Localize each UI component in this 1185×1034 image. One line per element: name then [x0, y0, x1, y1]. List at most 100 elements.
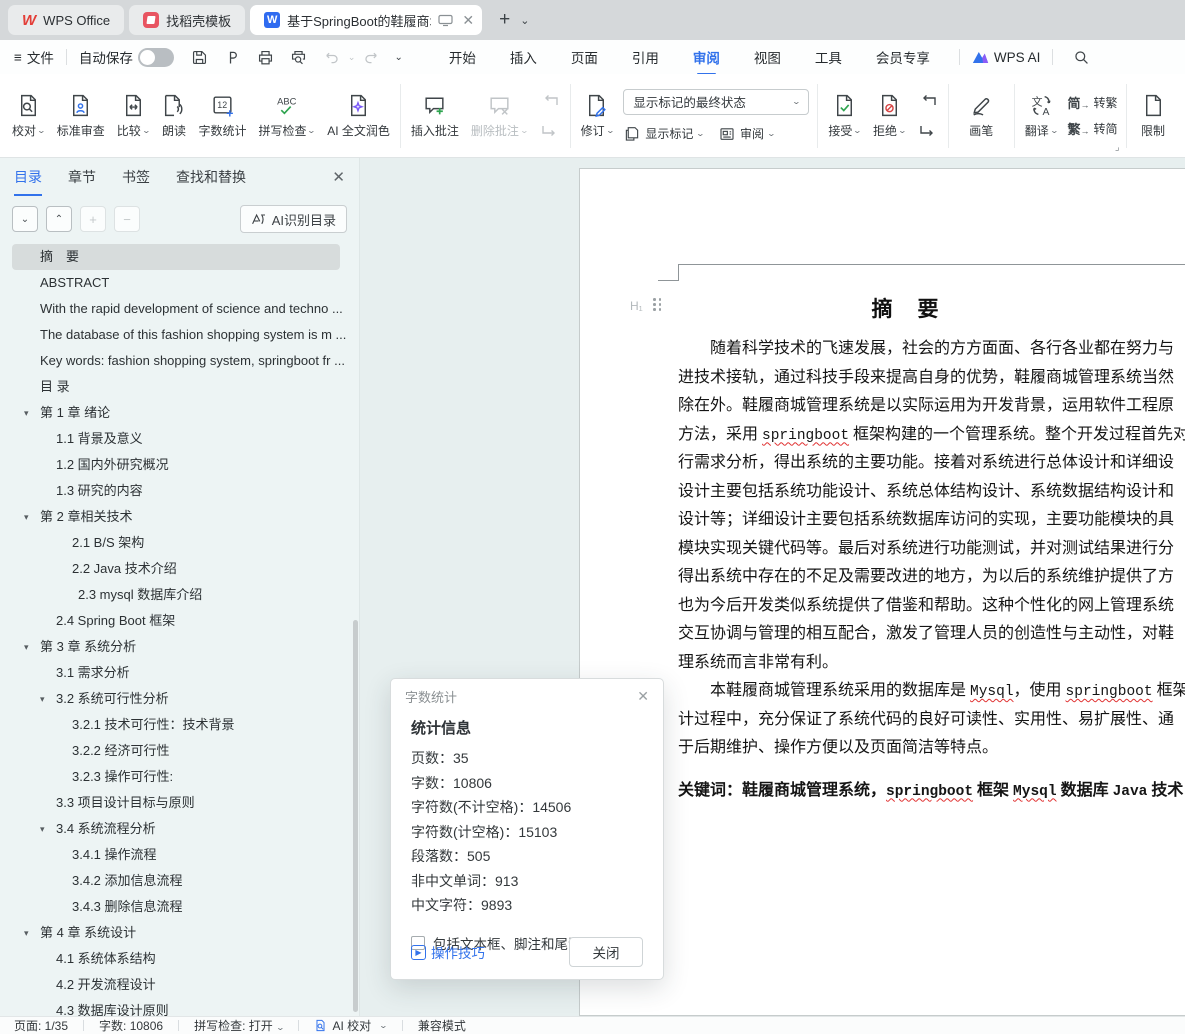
collapse-caret-icon[interactable]: ▾ [40, 816, 45, 842]
outline-item[interactable]: 4.2 开发流程设计 [0, 972, 354, 998]
outline-item[interactable]: 3.3 项目设计目标与原则 [0, 790, 354, 816]
tab-docer-templates[interactable]: 找稻壳模板 [129, 5, 245, 35]
insert-comment-button[interactable]: 插入批注 [405, 80, 465, 152]
restrict-editing-button[interactable]: 限制 [1131, 80, 1176, 152]
menu-tab-reference[interactable]: 引用 [632, 47, 659, 67]
menu-tab-member[interactable]: 会员专享 [876, 47, 930, 67]
track-changes-button[interactable]: 修订⌄ [575, 80, 620, 152]
sidebar-scrollbar[interactable] [353, 620, 358, 1012]
print-icon[interactable] [256, 48, 275, 67]
outline-item[interactable]: 3.2.3 操作可行性: [0, 764, 354, 790]
outline-item[interactable]: 3.4.2 添加信息流程 [0, 868, 354, 894]
proofread-button[interactable]: 校对⌄ [6, 80, 51, 152]
menu-tab-review[interactable]: 审阅 [693, 47, 720, 67]
ai-recognize-outline-button[interactable]: AI识别目录 [240, 205, 347, 233]
accept-revision-button[interactable]: 接受⌄ [822, 80, 867, 152]
file-menu[interactable]: ≡ 文件 [14, 47, 54, 67]
dialog-close-icon[interactable]: ✕ [637, 688, 649, 705]
outline-item[interactable]: With the rapid development of science an… [0, 296, 354, 322]
ai-polish-button[interactable]: AI 全文润色 [321, 80, 396, 152]
tips-link[interactable]: ▶ 操作技巧 [411, 942, 485, 962]
markup-state-dropdown[interactable]: 显示标记的最终状态 ⌄ [623, 89, 809, 115]
translate-button[interactable]: 文A 翻译⌄ [1019, 80, 1064, 152]
menu-tab-tools[interactable]: 工具 [815, 47, 842, 67]
outline-item[interactable]: 2.1 B/S 架构 [0, 530, 354, 556]
sidebar-tab-chapters[interactable]: 章节 [68, 167, 96, 187]
tab-close-icon[interactable]: ✕ [462, 12, 474, 29]
tab-wps-office[interactable]: W WPS Office [8, 5, 124, 35]
sidebar-tab-contents[interactable]: 目录 [14, 167, 42, 187]
outline-item[interactable]: 摘 要 [12, 244, 340, 270]
outline-item[interactable]: ABSTRACT [0, 270, 354, 296]
outline-item[interactable]: ▾第 4 章 系统设计 [0, 920, 354, 946]
outline-item[interactable]: Key words: fashion shopping system, spri… [0, 348, 354, 374]
word-count-button[interactable]: 12 字数统计 [192, 80, 252, 152]
save-icon[interactable] [190, 48, 209, 67]
autosave-toggle[interactable] [138, 48, 174, 67]
menu-tab-insert[interactable]: 插入 [510, 47, 537, 67]
collapse-caret-icon[interactable]: ▾ [40, 686, 45, 712]
show-markup-button[interactable]: 显示标记⌄ [623, 125, 704, 143]
print-preview-icon[interactable] [289, 48, 308, 67]
reject-revision-button[interactable]: 拒绝⌄ [867, 80, 912, 152]
spell-check-status[interactable]: 拼写检查: 打开⌄ [194, 1017, 283, 1034]
menu-tab-page[interactable]: 页面 [571, 47, 598, 67]
outline-item[interactable]: ▾第 2 章相关技术 [0, 504, 354, 530]
tab-preview-icon[interactable] [438, 14, 453, 27]
dialog-title-bar[interactable]: 字数统计 ✕ [391, 679, 663, 713]
outline-item[interactable]: 3.4.1 操作流程 [0, 842, 354, 868]
search-icon[interactable] [1072, 48, 1091, 67]
outline-previous-button[interactable]: ⌃ [46, 206, 72, 232]
ai-proof-status[interactable]: AI 校对⌄ [314, 1017, 386, 1034]
outline-item[interactable]: 4.3 数据库设计原则 [0, 998, 354, 1016]
outline-item[interactable]: ▾3.4 系统流程分析 [0, 816, 354, 842]
menu-tab-view[interactable]: 视图 [754, 47, 781, 67]
outline-item[interactable]: 4.1 系统体系结构 [0, 946, 354, 972]
tab-list-chevron-icon[interactable]: ⌄ [520, 14, 529, 27]
compare-button[interactable]: 比较⌄ [111, 80, 156, 152]
expand-group-icon[interactable]: ⌟ [1115, 142, 1120, 153]
outline-item[interactable]: ▾3.2 系统可行性分析 [0, 686, 354, 712]
outline-item[interactable]: ▾第 1 章 绪论 [0, 400, 354, 426]
sidebar-tab-find-replace[interactable]: 查找和替换 [176, 167, 246, 187]
outline-item[interactable]: 目 录 [0, 374, 354, 400]
collapse-caret-icon[interactable]: ▾ [24, 504, 29, 530]
spell-check-button[interactable]: ABC 拼写检查⌄ [252, 80, 321, 152]
collapse-caret-icon[interactable]: ▾ [24, 920, 29, 946]
page-indicator[interactable]: 页面: 1/35 [14, 1017, 68, 1034]
outline-item[interactable]: 3.4.3 删除信息流程 [0, 894, 354, 920]
standard-review-button[interactable]: 标准审查 [51, 80, 111, 152]
ink-brush-button[interactable]: 画笔 [953, 80, 1010, 152]
to-traditional-button[interactable]: 简→ 转繁 [1067, 93, 1117, 112]
outline-item[interactable]: 3.2.2 经济可行性 [0, 738, 354, 764]
menu-tab-home[interactable]: 开始 [449, 47, 476, 67]
collapse-caret-icon[interactable]: ▾ [24, 634, 29, 660]
outline-item[interactable]: 3.1 需求分析 [0, 660, 354, 686]
wps-ai-button[interactable]: WPS AI [972, 50, 1041, 65]
outline-item[interactable]: 1.3 研究的内容 [0, 478, 354, 504]
review-pane-button[interactable]: 审阅⌄ [718, 125, 775, 143]
read-aloud-button[interactable]: 朗读 [155, 80, 192, 152]
word-count-indicator[interactable]: 字数: 10806 [99, 1017, 163, 1034]
outline-item[interactable]: 2.3 mysql 数据库介绍 [0, 582, 354, 608]
tab-document[interactable]: W 基于SpringBoot的鞋履商城管 ✕ [250, 5, 482, 35]
collapse-caret-icon[interactable]: ▾ [24, 400, 29, 426]
drag-handle-icon[interactable] [653, 298, 662, 311]
dialog-close-button[interactable]: 关闭 [569, 937, 643, 967]
new-tab-button[interactable]: + [499, 9, 510, 31]
outline-item[interactable]: 1.2 国内外研究概况 [0, 452, 354, 478]
to-simplified-button[interactable]: 繁→ 转简 [1067, 119, 1117, 138]
outline-item[interactable]: 2.4 Spring Boot 框架 [0, 608, 354, 634]
previous-revision-icon[interactable] [916, 91, 940, 111]
outline-item[interactable]: The database of this fashion shopping sy… [0, 322, 354, 348]
outline-item[interactable]: 2.2 Java 技术介绍 [0, 556, 354, 582]
outline-item[interactable]: 1.1 背景及意义 [0, 426, 354, 452]
outline-item[interactable]: 3.2.1 技术可行性：技术背景 [0, 712, 354, 738]
outline-next-button[interactable]: ⌄ [12, 206, 38, 232]
quick-access-chevron-icon[interactable]: ⌄ [394, 52, 402, 63]
outline-item[interactable]: ▾第 3 章 系统分析 [0, 634, 354, 660]
sidebar-close-icon[interactable]: ✕ [332, 168, 345, 186]
export-icon[interactable] [223, 48, 242, 67]
sidebar-tab-bookmarks[interactable]: 书签 [122, 167, 150, 187]
document-page[interactable]: H₁ 摘 要 随着科学技术的飞速发展，社会的方方面面、各行各业都在努力与进技术接… [579, 168, 1185, 1016]
